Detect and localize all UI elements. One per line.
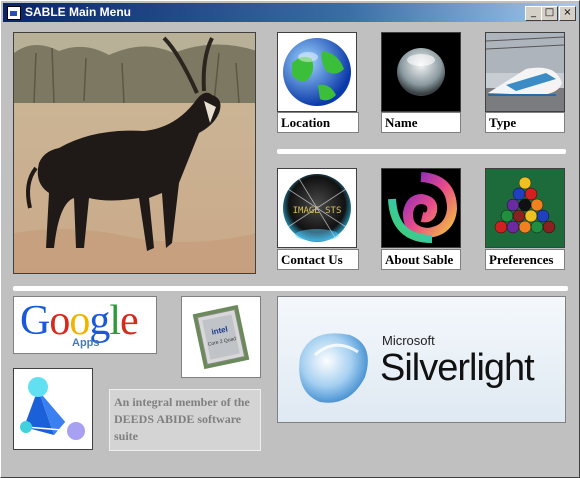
sable-antelope-image (14, 33, 255, 273)
about-sable-button[interactable] (381, 168, 461, 248)
glass-orb-icon (397, 48, 445, 96)
contact-us-button[interactable]: IMAGE STS (277, 168, 357, 248)
google-apps-sub: Apps (72, 337, 100, 349)
minimize-button[interactable]: _ (525, 6, 542, 21)
location-label[interactable]: Location (277, 112, 359, 133)
silverlight-logo[interactable]: Microsoft Silverlight (277, 296, 566, 423)
type-label[interactable]: Type (485, 112, 565, 133)
close-button[interactable]: × (559, 6, 576, 21)
divider-bottom (13, 286, 568, 291)
silverlight-emblem-icon (299, 333, 368, 403)
contact-us-label[interactable]: Contact Us (277, 249, 359, 270)
title-bar[interactable]: SABLE Main Menu _ □ × (3, 3, 577, 22)
about-sable-label[interactable]: About Sable (381, 249, 461, 270)
silverlight-text: Silverlight (380, 347, 535, 389)
name-label[interactable]: Name (381, 112, 461, 133)
intel-cpu-image: intel Core 2 Quad (181, 296, 261, 378)
google-apps-logo[interactable]: Google Apps (13, 296, 157, 354)
name-button[interactable] (381, 32, 461, 112)
bullet-train-icon (486, 33, 564, 111)
preferences-button[interactable] (485, 168, 565, 248)
location-button[interactable] (277, 32, 357, 112)
sable-main-window: SABLE Main Menu _ □ × Location Name Type… (0, 0, 580, 478)
molecule-icon (20, 377, 85, 440)
color-swirl-icon (388, 172, 458, 243)
globe-icon (283, 38, 351, 106)
app-icon[interactable] (7, 6, 21, 20)
cpu-chip-icon: intel Core 2 Quad (192, 304, 250, 370)
molecule-image (13, 368, 93, 450)
divider-top (277, 149, 566, 154)
window-title: SABLE Main Menu (25, 5, 132, 19)
type-button[interactable] (485, 32, 565, 112)
preferences-label[interactable]: Preferences (485, 249, 565, 270)
billiard-balls-icon (486, 169, 564, 247)
microsoft-text: Microsoft (382, 333, 435, 348)
client-area: Location Name Type IMAGE STS Contact Us … (3, 22, 577, 475)
maximize-button[interactable]: □ (541, 6, 558, 21)
images-sphere-icon: IMAGE STS (283, 174, 351, 242)
sable-antelope-photo (13, 32, 256, 274)
suite-tagline: An integral member of the DEEDS ABIDE so… (109, 389, 261, 451)
images-sts-text: IMAGE STS (293, 206, 342, 216)
